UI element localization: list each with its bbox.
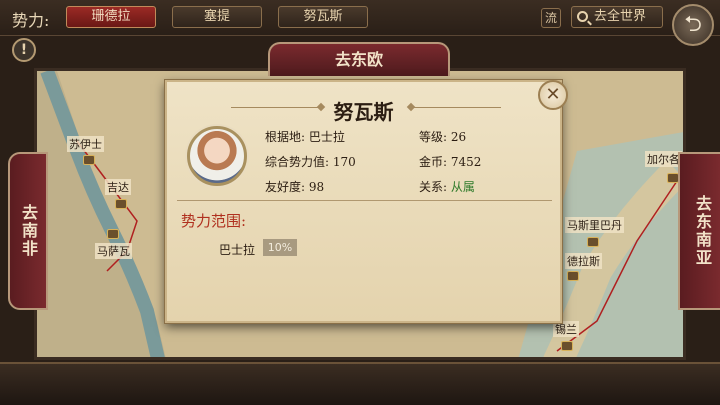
city-label-masulipatnam: 马斯里巴丹 bbox=[565, 217, 624, 233]
alert-button[interactable]: ! bbox=[12, 38, 36, 62]
city-label-ceylon: 锡兰 bbox=[553, 321, 579, 337]
territory-name: 巴士拉 bbox=[219, 243, 256, 257]
dialog-title: 努瓦斯 bbox=[333, 100, 394, 124]
city-icon[interactable] bbox=[587, 237, 599, 247]
relation-value: 从属 bbox=[450, 180, 475, 194]
tab-faction-1[interactable]: 珊德拉 bbox=[66, 6, 156, 28]
relation-row: 关系: 从属 bbox=[419, 178, 475, 195]
tab-faction-2[interactable]: 塞提 bbox=[172, 6, 262, 28]
exclamation-icon: ! bbox=[20, 42, 28, 58]
level-row: 等级: 26 bbox=[419, 128, 466, 145]
level-value: 26 bbox=[450, 130, 467, 144]
base-label: 根据地: bbox=[265, 130, 306, 144]
city-icon[interactable] bbox=[107, 229, 119, 239]
leader-avatar bbox=[187, 126, 247, 186]
friendship-value: 98 bbox=[308, 180, 325, 194]
go-world-label: 去全世界 bbox=[594, 9, 647, 24]
divider bbox=[177, 200, 552, 201]
level-label: 等级: bbox=[419, 130, 448, 144]
city-label-suez: 苏伊士 bbox=[67, 136, 104, 152]
go-world-button[interactable]: 去全世界 bbox=[571, 6, 663, 28]
city-icon[interactable] bbox=[115, 199, 127, 209]
city-label-calcutta: 加尔各 bbox=[645, 151, 682, 167]
title-ornament-right bbox=[411, 107, 501, 108]
flow-button[interactable]: 流 bbox=[541, 8, 561, 28]
gold-row: 金币: 7452 bbox=[419, 153, 481, 170]
tab-faction-3[interactable]: 努瓦斯 bbox=[278, 6, 368, 28]
search-icon bbox=[577, 11, 588, 22]
go-southeast-asia-button[interactable]: 去东南亚 bbox=[678, 152, 720, 310]
power-value: 170 bbox=[332, 155, 356, 169]
close-icon: ✕ bbox=[545, 84, 561, 105]
friendship-row: 友好度: 98 bbox=[265, 178, 324, 195]
power-label: 综合势力值: bbox=[265, 155, 330, 169]
city-label-massawa: 马萨瓦 bbox=[95, 243, 132, 259]
city-icon[interactable] bbox=[83, 155, 95, 165]
territory-share-badge: 10% bbox=[263, 239, 297, 256]
back-button[interactable]: ⮌ bbox=[672, 4, 714, 46]
base-value: 巴士拉 bbox=[308, 130, 345, 144]
top-bar: 势力: 珊德拉 塞提 努瓦斯 流 去全世界 bbox=[0, 0, 720, 36]
close-button[interactable]: ✕ bbox=[538, 80, 568, 110]
faction-label: 势力: bbox=[12, 11, 50, 30]
gold-label: 金币: bbox=[419, 155, 448, 169]
go-east-europe-button[interactable]: 去东欧 bbox=[268, 42, 450, 76]
relation-label: 关系: bbox=[419, 180, 448, 194]
city-icon[interactable] bbox=[561, 341, 573, 351]
bottom-frame bbox=[0, 362, 720, 405]
gold-value: 7452 bbox=[450, 155, 482, 169]
city-label-madras: 德拉斯 bbox=[565, 253, 602, 269]
friendship-label: 友好度: bbox=[265, 180, 306, 194]
back-arrow-icon: ⮌ bbox=[684, 12, 702, 37]
base-row: 根据地: 巴士拉 bbox=[265, 128, 345, 145]
city-label-jeddah: 吉达 bbox=[105, 179, 131, 195]
power-row: 综合势力值: 170 bbox=[265, 153, 356, 170]
faction-info-dialog: 努瓦斯 根据地: 巴士拉 综合势力值: 170 友好度: 98 等级: 26 金… bbox=[165, 80, 562, 323]
city-icon[interactable] bbox=[567, 271, 579, 281]
go-south-africa-button[interactable]: 去南非 bbox=[8, 152, 48, 310]
territory-title: 势力范围: bbox=[181, 212, 247, 230]
